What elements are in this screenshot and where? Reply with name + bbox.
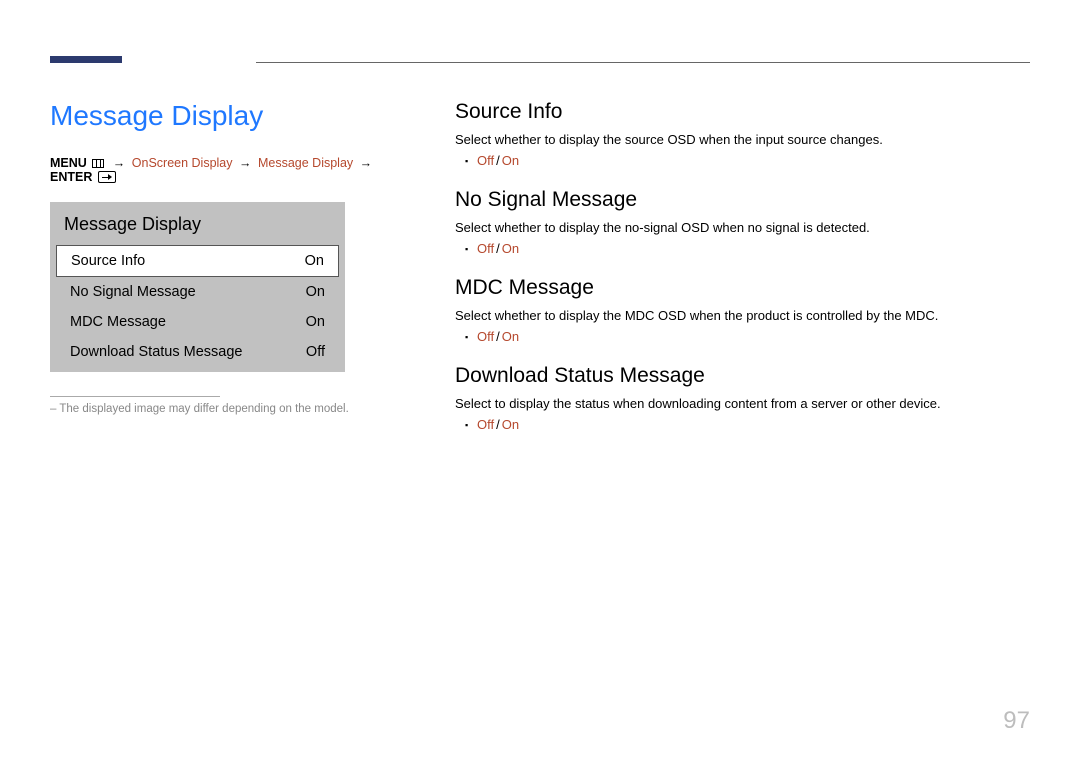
breadcrumb: MENU → OnScreen Display → Message Displa… xyxy=(50,156,410,184)
section-heading-mdc: MDC Message xyxy=(455,276,1030,300)
header-accent-bar xyxy=(50,56,122,63)
osd-row-label: MDC Message xyxy=(70,314,166,330)
option-on: On xyxy=(502,241,519,256)
menu-icon xyxy=(92,159,104,168)
osd-row-value: On xyxy=(306,314,325,330)
arrow-icon: → xyxy=(360,156,373,170)
osd-row-label: Download Status Message xyxy=(70,344,243,360)
section-heading-no-signal: No Signal Message xyxy=(455,188,1030,212)
enter-icon xyxy=(98,171,116,183)
breadcrumb-menu: MENU xyxy=(50,156,87,170)
page-title: Message Display xyxy=(50,100,410,132)
option-on: On xyxy=(502,329,519,344)
option-on: On xyxy=(502,417,519,432)
option-off: Off xyxy=(477,329,494,344)
breadcrumb-enter: ENTER xyxy=(50,170,92,184)
osd-row-value: On xyxy=(305,253,324,269)
section-options: Off/On xyxy=(455,241,1030,256)
arrow-icon: → xyxy=(239,156,252,170)
option-on: On xyxy=(502,153,519,168)
osd-row-source-info[interactable]: Source Info On xyxy=(56,245,339,277)
left-column: Message Display MENU → OnScreen Display … xyxy=(50,100,410,415)
page-number: 97 xyxy=(1003,707,1030,735)
option-off: Off xyxy=(477,153,494,168)
note-rule xyxy=(50,396,220,397)
image-differ-note: – The displayed image may differ dependi… xyxy=(50,403,410,415)
option-off: Off xyxy=(477,417,494,432)
header-rule xyxy=(256,62,1030,63)
section-body: Select whether to display the MDC OSD wh… xyxy=(455,308,1030,323)
section-options: Off/On xyxy=(455,417,1030,432)
osd-panel-title: Message Display xyxy=(50,202,345,245)
breadcrumb-path-2: Message Display xyxy=(258,156,353,170)
option-off: Off xyxy=(477,241,494,256)
right-column: Source Info Select whether to display th… xyxy=(455,100,1030,452)
arrow-icon: → xyxy=(113,156,126,170)
osd-row-value: On xyxy=(306,284,325,300)
osd-row-no-signal[interactable]: No Signal Message On xyxy=(56,277,339,307)
osd-panel: Message Display Source Info On No Signal… xyxy=(50,202,345,372)
osd-row-download-status[interactable]: Download Status Message Off xyxy=(56,337,339,372)
section-options: Off/On xyxy=(455,153,1030,168)
section-options: Off/On xyxy=(455,329,1030,344)
section-heading-source-info: Source Info xyxy=(455,100,1030,124)
osd-row-label: Source Info xyxy=(71,253,145,269)
osd-row-label: No Signal Message xyxy=(70,284,196,300)
section-body: Select to display the status when downlo… xyxy=(455,396,1030,411)
section-body: Select whether to display the no-signal … xyxy=(455,220,1030,235)
section-heading-download-status: Download Status Message xyxy=(455,364,1030,388)
osd-row-mdc[interactable]: MDC Message On xyxy=(56,307,339,337)
osd-row-value: Off xyxy=(306,344,325,360)
breadcrumb-path-1: OnScreen Display xyxy=(132,156,233,170)
section-body: Select whether to display the source OSD… xyxy=(455,132,1030,147)
